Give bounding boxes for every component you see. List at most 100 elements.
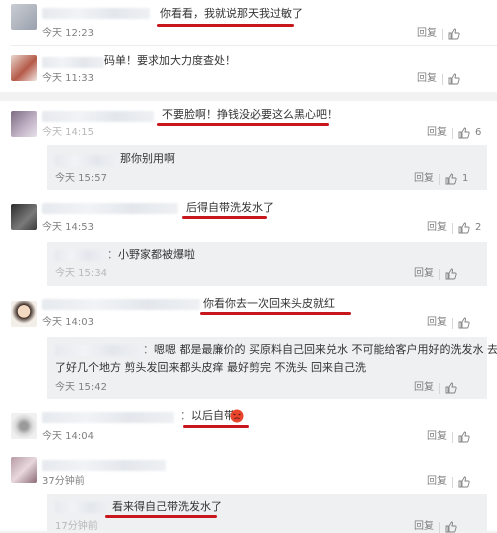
red-underline (182, 216, 267, 219)
reply-text-body: 小野家都被爆啦 (118, 248, 195, 261)
blurred-username (55, 345, 141, 356)
comment-actions: 回复 (427, 317, 470, 329)
avatar[interactable] (11, 4, 37, 30)
like-count: 2 (475, 222, 482, 233)
reply-actions: 回复 (414, 521, 457, 533)
blurred-username (42, 412, 174, 423)
comment-text: 你看看，我就说那天我过敏了 (160, 7, 303, 20)
comment-text: 你看你去一次回来头皮就红 (203, 297, 335, 310)
reply-button[interactable]: 回复 (427, 317, 447, 329)
reply-button[interactable]: 回复 (427, 127, 447, 139)
comment-text-body: 以后自带 (191, 409, 235, 422)
reply-text: 那你别用啊 (120, 152, 175, 165)
reply-text: ：小野家都被爆啦 (107, 248, 195, 261)
comment-panel-top: 你看看，我就说那天我过敏了 今天 12:23 回复 码单！要求加大力度查处！ 今… (0, 0, 497, 92)
divider (452, 431, 453, 443)
reply-button[interactable]: 回复 (414, 521, 434, 533)
reply-actions: 回复 1 (414, 173, 468, 185)
comment-actions: 回复 (417, 73, 460, 85)
thumb-up-icon[interactable] (458, 127, 470, 139)
reply-text: 看来得自己带洗发水了 (112, 500, 222, 513)
thumb-up-icon[interactable] (445, 173, 457, 185)
reply-button[interactable]: 回复 (417, 73, 437, 85)
comment-panel-thread: 不要脸啊！挣钱没必要这么黑心吧！ 今天 14:15 回复 6 那你别用啊 今天 … (0, 101, 497, 533)
reply-time: 17分钟前 (55, 521, 98, 532)
comment-text: ：以后自带 (180, 409, 235, 422)
thumb-up-icon[interactable] (448, 28, 460, 40)
comment-time: 今天 14:53 (42, 222, 94, 233)
avatar[interactable] (11, 55, 37, 81)
thumb-up-icon[interactable] (458, 222, 470, 234)
thumb-up-icon[interactable] (458, 317, 470, 329)
comment-text: 后得自带洗发水了 (186, 201, 274, 214)
comment-time: 今天 12:23 (42, 28, 94, 39)
avatar[interactable] (11, 413, 37, 439)
red-underline (157, 123, 329, 126)
comment-text: 码单！要求加大力度查处！ (104, 54, 236, 67)
blurred-username (55, 155, 117, 166)
comment-actions: 回复 (417, 28, 460, 40)
divider (452, 127, 453, 139)
blurred-username (42, 460, 166, 471)
comment-time: 今天 14:03 (42, 317, 94, 328)
divider (439, 173, 440, 185)
reply-time: 今天 15:42 (55, 382, 107, 393)
thumb-up-icon[interactable] (458, 431, 470, 443)
thumb-up-icon[interactable] (448, 73, 460, 85)
reply-button[interactable]: 回复 (414, 173, 434, 185)
reply-text-line2: 了好几个地方 剪头发回来都头皮痒 最好剪完 不洗头 回来自己洗 (55, 361, 366, 374)
angry-face-icon (230, 409, 244, 423)
reply-button[interactable]: 回复 (427, 431, 447, 443)
reply-box: 那你别用啊 今天 15:57 回复 1 (47, 145, 487, 190)
comment-actions: 回复 6 (427, 127, 481, 139)
avatar[interactable] (11, 111, 37, 137)
comment-time: 今天 14:15 (42, 127, 94, 138)
comment-time: 今天 14:04 (42, 431, 94, 442)
divider (452, 476, 453, 488)
thumb-up-icon[interactable] (458, 476, 470, 488)
reply-time: 今天 15:57 (55, 173, 107, 184)
comment-actions: 回复 (427, 431, 470, 443)
reply-actions: 回复 (414, 268, 457, 280)
reply-box: ：嗯嗯 都是最廉价的 买原料自己回来兑水 不可能给客户用好的洗发水 去 了好几个… (47, 337, 497, 399)
reply-text: ：嗯嗯 都是最廉价的 买原料自己回来兑水 不可能给客户用好的洗发水 去 (143, 343, 497, 356)
comment-time: 37分钟前 (42, 476, 85, 487)
divider (442, 28, 443, 40)
like-count: 1 (462, 173, 469, 184)
thumb-up-icon[interactable] (445, 382, 457, 394)
divider (439, 382, 440, 394)
blurred-username (42, 203, 178, 214)
reply-button[interactable]: 回复 (414, 382, 434, 394)
red-underline (157, 24, 294, 27)
avatar[interactable] (11, 457, 37, 483)
thumb-up-icon[interactable] (445, 268, 457, 280)
blurred-username (55, 502, 109, 513)
reply-button[interactable]: 回复 (417, 28, 437, 40)
avatar[interactable] (11, 204, 37, 230)
divider (439, 268, 440, 280)
reply-button[interactable]: 回复 (414, 268, 434, 280)
reply-text-line1: 嗯嗯 都是最廉价的 买原料自己回来兑水 不可能给客户用好的洗发水 去 (154, 343, 497, 356)
thumb-up-icon[interactable] (445, 521, 457, 533)
divider (452, 222, 453, 234)
red-underline (200, 312, 351, 315)
reply-time: 今天 15:34 (55, 268, 107, 279)
blurred-username (42, 111, 154, 122)
reply-box: ：小野家都被爆啦 今天 15:34 回复 (47, 242, 487, 286)
blurred-username (55, 250, 105, 261)
red-underline (105, 515, 217, 518)
divider (442, 73, 443, 85)
comment-actions: 回复 2 (427, 222, 481, 234)
reply-box: 看来得自己带洗发水了 17分钟前 回复 (47, 494, 487, 533)
reply-actions: 回复 (414, 382, 457, 394)
blurred-username (42, 8, 150, 19)
divider (11, 45, 497, 46)
blurred-username (42, 57, 104, 68)
comment-text: 不要脸啊！挣钱没必要这么黑心吧！ (162, 108, 338, 121)
avatar[interactable] (11, 301, 37, 327)
blurred-username (42, 299, 200, 310)
reply-button[interactable]: 回复 (427, 222, 447, 234)
comment-time: 今天 11:33 (42, 73, 94, 84)
comment-actions: 回复 (427, 476, 470, 488)
reply-button[interactable]: 回复 (427, 476, 447, 488)
